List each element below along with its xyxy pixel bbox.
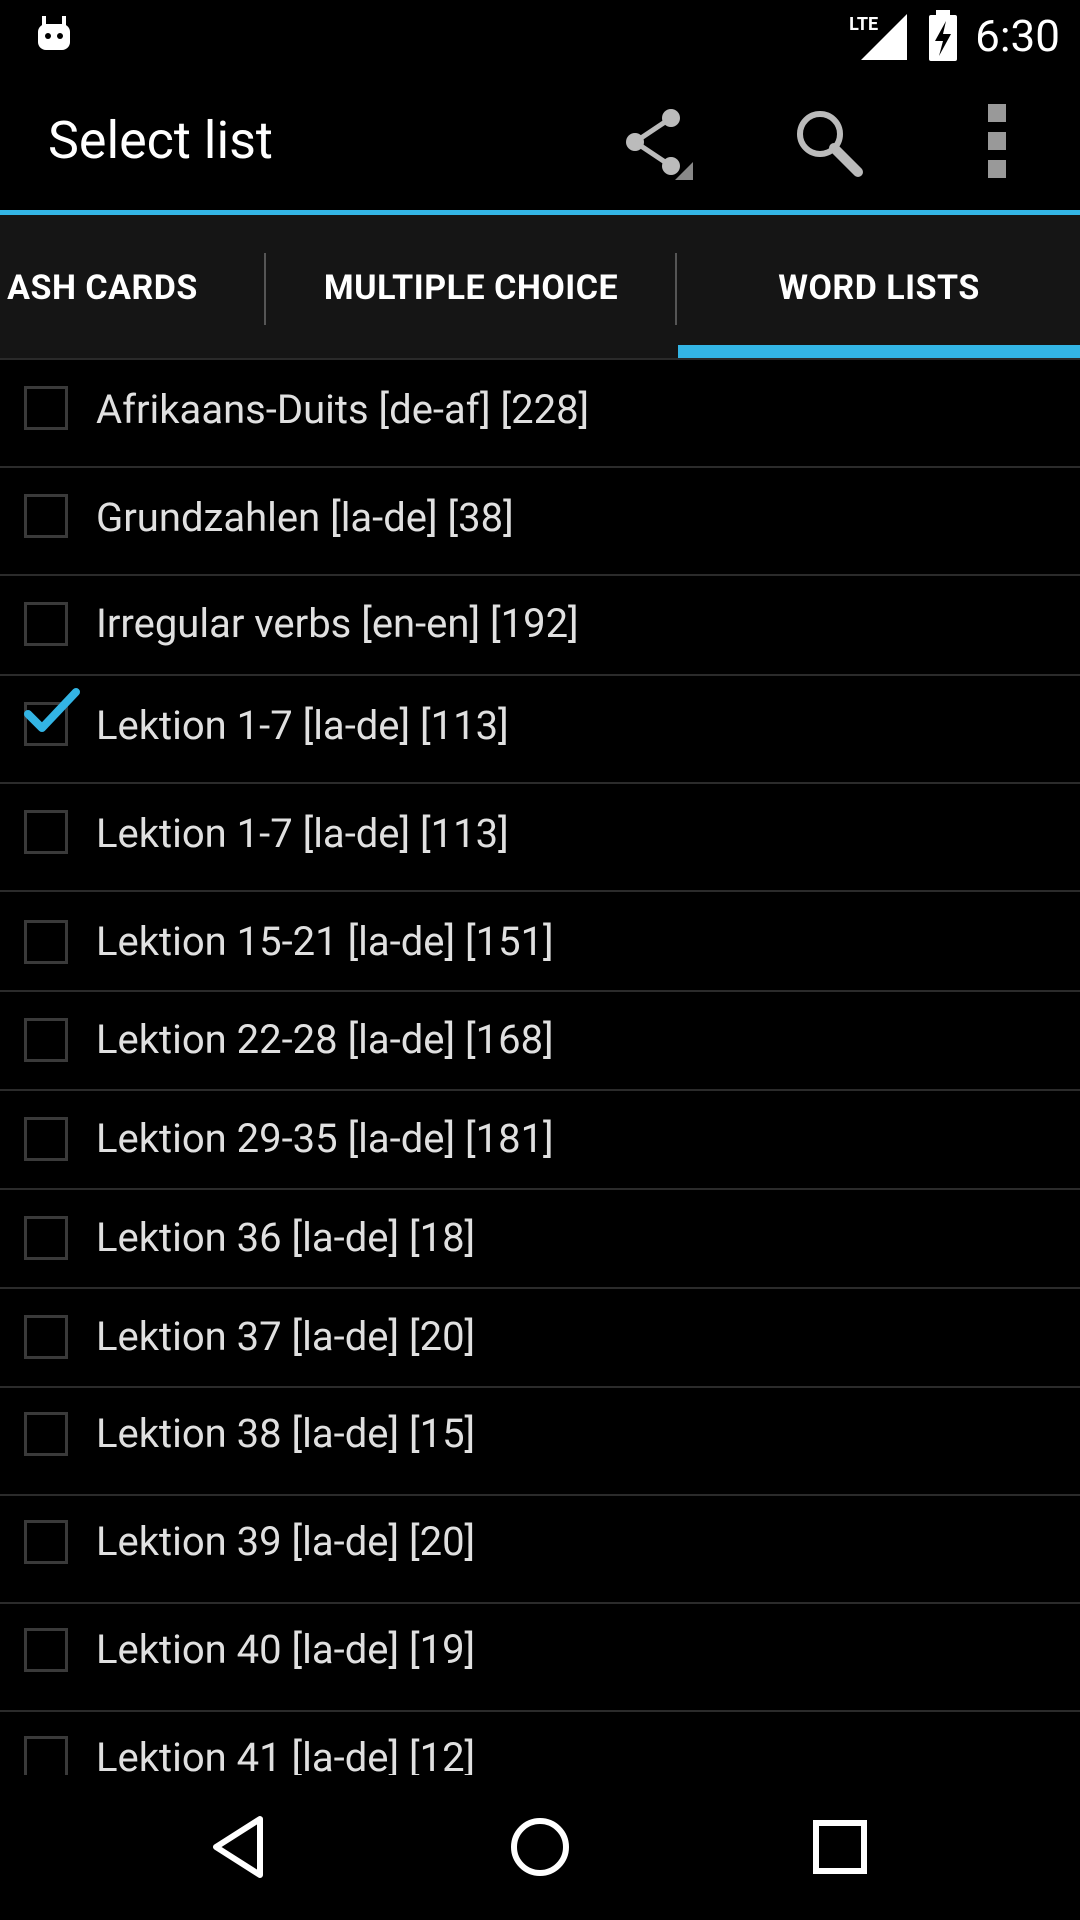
checkbox[interactable] (24, 810, 68, 854)
list-item[interactable]: Afrikaans-Duits [de-af] [228] (0, 360, 1080, 468)
list-item-label: Lektion 29-35 [la-de] [181] (96, 1115, 554, 1162)
checkbox[interactable] (24, 1315, 68, 1359)
list-item-label: Grundzahlen [la-de] [38] (96, 494, 514, 541)
list-item[interactable]: Lektion 15-21 [la-de] [151] (0, 892, 1080, 992)
list-item[interactable]: Lektion 36 [la-de] [18] (0, 1190, 1080, 1289)
list-item[interactable]: Irregular verbs [en-en] [192] (0, 576, 1080, 676)
list-item-label: Lektion 22-28 [la-de] [168] (96, 1016, 554, 1063)
list-item[interactable]: Lektion 22-28 [la-de] [168] (0, 992, 1080, 1091)
home-icon[interactable] (500, 1807, 580, 1887)
checkbox[interactable] (24, 920, 68, 964)
list-item-label: Lektion 39 [la-de] [20] (96, 1518, 476, 1565)
checkbox[interactable] (24, 1117, 68, 1161)
list-item-label: Lektion 1-7 [la-de] [113] (96, 702, 509, 749)
checkbox[interactable] (24, 1520, 68, 1564)
list-item[interactable]: Lektion 37 [la-de] [20] (0, 1289, 1080, 1388)
list-item[interactable]: Lektion 40 [la-de] [19] (0, 1604, 1080, 1712)
checkbox[interactable] (24, 1628, 68, 1672)
tab-flash-cards[interactable]: ASH CARDS (0, 215, 265, 360)
list-item[interactable]: Lektion 1-7 [la-de] [113] (0, 784, 1080, 892)
tab-multiple-choice[interactable]: MULTIPLE CHOICE (266, 215, 676, 360)
list-item-label: Lektion 36 [la-de] [18] (96, 1214, 476, 1261)
tab-word-lists[interactable]: WORD LISTS (678, 215, 1080, 360)
list-item[interactable]: Grundzahlen [la-de] [38] (0, 468, 1080, 576)
list-item[interactable]: Lektion 1-7 [la-de] [113] (0, 676, 1080, 784)
tab-divider (675, 253, 677, 325)
overflow-menu-icon[interactable] (956, 102, 1036, 182)
list-item-label: Lektion 15-21 [la-de] [151] (96, 918, 554, 965)
signal-icon: LTE (849, 8, 911, 64)
checkbox[interactable] (24, 386, 68, 430)
tab-bar: ASH CARDS MULTIPLE CHOICE WORD LISTS (0, 215, 1080, 360)
checkbox[interactable] (24, 602, 68, 646)
status-time: 6:30 (975, 10, 1060, 62)
list-item-label: Lektion 38 [la-de] [15] (96, 1410, 476, 1457)
status-bar: LTE 6:30 (0, 0, 1080, 72)
checkbox[interactable] (24, 1412, 68, 1456)
list-item-label: Lektion 40 [la-de] [19] (96, 1626, 476, 1673)
android-notification-icon (38, 16, 70, 50)
recents-icon[interactable] (800, 1807, 880, 1887)
tab-label: WORD LISTS (778, 267, 980, 308)
word-list[interactable]: Afrikaans-Duits [de-af] [228] Grundzahle… (0, 360, 1080, 1775)
list-item-label: Lektion 41 [la-de] [12] (96, 1734, 476, 1775)
back-icon[interactable] (200, 1807, 280, 1887)
checkmark-icon (24, 688, 80, 732)
list-item-label: Lektion 1-7 [la-de] [113] (96, 810, 509, 857)
checkbox[interactable] (24, 1216, 68, 1260)
battery-charging-icon (929, 10, 958, 61)
page-title: Select list (48, 110, 273, 171)
checkbox[interactable] (24, 494, 68, 538)
list-item[interactable]: Lektion 41 [la-de] [12] (0, 1712, 1080, 1775)
navigation-bar (0, 1775, 1080, 1920)
list-item-label: Irregular verbs [en-en] [192] (96, 600, 579, 647)
tab-label: ASH CARDS (7, 267, 198, 308)
list-item[interactable]: Lektion 38 [la-de] [15] (0, 1388, 1080, 1496)
action-bar: Select list (0, 72, 1080, 210)
share-icon[interactable] (615, 102, 695, 182)
list-item[interactable]: Lektion 29-35 [la-de] [181] (0, 1091, 1080, 1190)
list-item-label: Afrikaans-Duits [de-af] [228] (96, 386, 590, 433)
search-icon[interactable] (788, 102, 868, 182)
checkbox[interactable] (24, 1736, 68, 1775)
list-item-label: Lektion 37 [la-de] [20] (96, 1313, 476, 1360)
checkbox[interactable] (24, 1018, 68, 1062)
tab-label: MULTIPLE CHOICE (323, 267, 619, 308)
list-item[interactable]: Lektion 39 [la-de] [20] (0, 1496, 1080, 1604)
